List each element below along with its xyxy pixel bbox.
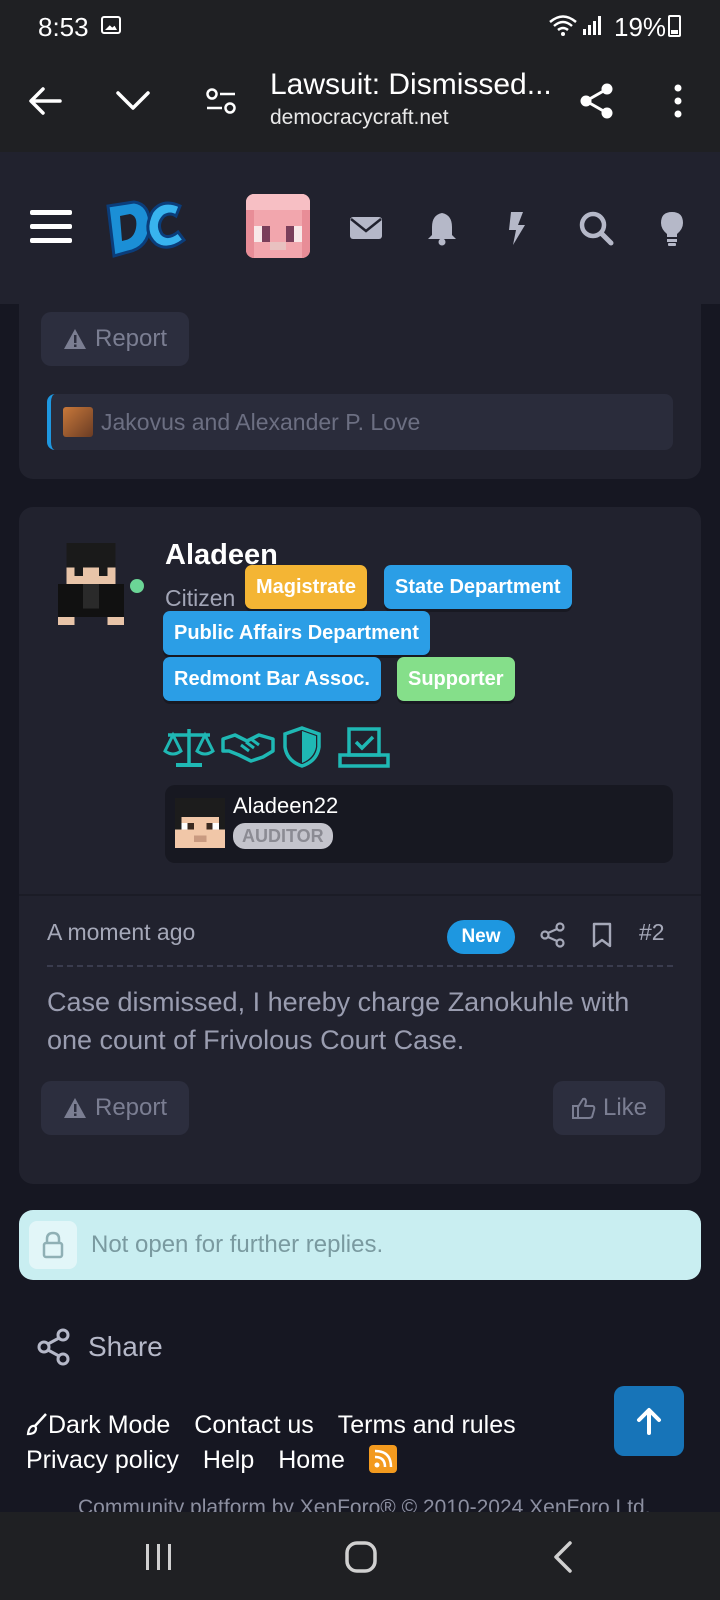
online-status-dot [130,579,144,593]
footer-terms[interactable]: Terms and rules [338,1408,516,1443]
user-title: Citizen [165,585,236,611]
badge-state-department: State Department [384,565,572,609]
thread-closed-notice: Not open for further replies. [19,1210,701,1280]
minecraft-avatar [175,798,225,848]
battery-icon [668,15,681,37]
wifi-icon [549,15,577,36]
arrow-up-icon [637,1408,661,1435]
footer-dark-mode[interactable]: Dark Mode [26,1408,170,1443]
inbox-icon[interactable] [346,208,386,248]
menu-icon[interactable] [30,210,72,244]
like-label: Like [603,1094,648,1121]
closed-notice-text: Not open for further replies. [91,1231,384,1258]
battery-percentage: 19% [614,12,667,42]
bell-icon[interactable] [422,208,462,248]
more-options-icon[interactable] [655,78,701,124]
minecraft-account-box: Aladeen22 AUDITOR [165,785,673,863]
minecraft-rank-badge: AUDITOR [233,823,333,849]
poster-avatar[interactable] [57,543,125,625]
dashed-separator [47,965,673,967]
warning-icon [64,329,86,349]
report-label: Report [95,325,168,352]
scales-award-icon[interactable] [162,725,216,769]
status-time: 8:53 [38,12,89,42]
report-button[interactable]: Report [41,312,190,366]
thumbs-up-icon [572,1097,596,1119]
back-arrow-icon[interactable] [22,78,68,124]
search-icon[interactable] [576,208,616,248]
post-divider [19,894,701,896]
gallery-notification-icon [101,16,121,34]
scroll-to-top-button[interactable] [614,1386,684,1456]
site-header [0,152,720,304]
user-avatar[interactable] [246,194,310,258]
footer-home[interactable]: Home [278,1443,345,1478]
post-number-link[interactable]: #2 [639,919,665,946]
brush-icon [26,1413,47,1436]
post-report-button[interactable]: Report [41,1081,190,1135]
lightbulb-icon[interactable] [652,208,692,248]
minecraft-username: Aladeen22 [233,793,339,818]
badge-redmont-bar: Redmont Bar Assoc. [163,657,381,701]
share-post-icon[interactable] [539,921,567,949]
home-icon[interactable] [336,1532,386,1582]
badge-magistrate: Magistrate [245,565,368,609]
share-icon[interactable] [574,78,620,124]
recent-apps-icon[interactable] [134,1532,184,1582]
footer-contact-us[interactable]: Contact us [194,1408,314,1443]
status-bar: 8:53 19% [0,0,720,52]
democracycraft-logo[interactable] [104,194,188,260]
reactor-avatar [63,407,93,437]
site-settings-icon[interactable] [198,78,244,124]
tab-title[interactable]: Lawsuit: Dismissed... [270,68,552,102]
back-icon[interactable] [538,1532,588,1582]
chevron-down-icon[interactable] [110,78,156,124]
cell-signal-icon [583,16,601,35]
share-label: Share [88,1331,163,1362]
share-thread-button[interactable]: Share [36,1328,163,1366]
post-card: Aladeen Citizen Magistrate State Departm… [19,507,701,1184]
reactions-bar[interactable]: Jakovus and Alexander P. Love [47,394,673,450]
rss-icon[interactable] [368,1445,397,1473]
post-body: Case dismissed, I hereby charge Zanokuhl… [47,987,630,1055]
previous-post-footer: Report Jakovus and Alexander P. Love [19,304,701,479]
lightning-icon[interactable] [498,208,538,248]
badge-supporter: Supporter [397,657,515,701]
browser-toolbar: Lawsuit: Dismissed... democracycraft.net [0,52,720,152]
new-badge: New [447,920,515,954]
footer-privacy[interactable]: Privacy policy [26,1443,179,1478]
footer-help[interactable]: Help [203,1443,254,1478]
reactions-text[interactable]: Jakovus and Alexander P. Love [101,409,420,436]
share-thread-icon [37,1328,70,1366]
warning-icon [64,1098,86,1118]
handshake-award-icon[interactable] [221,725,275,769]
like-button[interactable]: Like [553,1081,666,1135]
bookmark-icon[interactable] [589,921,615,949]
dark-mode-label: Dark Mode [48,1411,171,1439]
badge-public-affairs: Public Affairs Department [163,611,430,655]
system-navigation-bar [0,1512,720,1600]
ballot-box-award-icon[interactable] [337,725,391,769]
post-timestamp[interactable]: A moment ago [47,919,195,946]
post-report-label: Report [95,1094,168,1121]
footer-links: Dark Mode Contact us Terms and rules Priv… [26,1408,606,1478]
shield-award-icon[interactable] [281,725,323,769]
lock-icon [29,1221,77,1269]
address-url[interactable]: democracycraft.net [270,106,449,130]
